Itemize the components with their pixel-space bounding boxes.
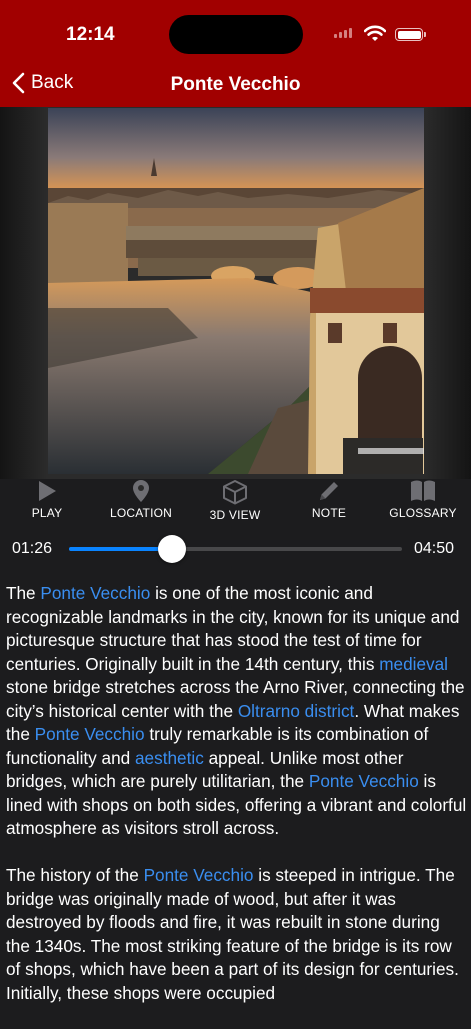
- glossary-link[interactable]: Oltrarno district: [238, 701, 355, 721]
- glossary-link[interactable]: aesthetic: [135, 748, 204, 768]
- current-time: 01:26: [12, 540, 53, 557]
- page-title: Ponte Vecchio: [170, 74, 301, 95]
- article-text-run: The history of the: [6, 865, 144, 885]
- cube-icon: [223, 480, 247, 505]
- progress-fill: [69, 547, 173, 551]
- note-button[interactable]: NOTE: [284, 479, 374, 520]
- pencil-icon: [320, 482, 338, 500]
- slider-thumb[interactable]: [158, 535, 187, 563]
- play-icon: [39, 481, 56, 501]
- location-pin-icon: [133, 480, 149, 502]
- battery-tip: [424, 32, 426, 37]
- wifi-icon: [364, 25, 386, 41]
- location-label: LOCATION: [109, 506, 173, 520]
- status-bar: 12:14: [0, 0, 471, 60]
- total-time: 04:50: [414, 540, 455, 557]
- article-text-run: is steeped in intrigue. The bridge was o…: [6, 865, 459, 1003]
- article-paragraph: The Ponte Vecchio is one of the most ico…: [6, 582, 468, 841]
- battery-icon: [395, 28, 423, 41]
- glossary-link[interactable]: Ponte Vecchio: [40, 583, 150, 603]
- article-text: The Ponte Vecchio is one of the most ico…: [6, 582, 468, 1029]
- play-button[interactable]: PLAY: [2, 479, 92, 520]
- status-time: 12:14: [66, 24, 115, 45]
- note-label: NOTE: [311, 506, 347, 520]
- media-toolbar: PLAY LOCATION 3D VIEW NOTE GLOSSARY: [0, 476, 471, 526]
- glossary-link[interactable]: medieval: [379, 654, 448, 674]
- article-text-run: The: [6, 583, 41, 603]
- article-paragraph: The history of the Ponte Vecchio is stee…: [6, 864, 468, 1005]
- landmark-photo: [48, 108, 424, 474]
- glossary-link[interactable]: Ponte Vecchio: [144, 865, 254, 885]
- app-header: 12:14 Back Ponte Vecchio: [0, 0, 471, 107]
- 3d-view-label: 3D VIEW: [209, 508, 261, 522]
- glossary-link[interactable]: Ponte Vecchio: [35, 724, 145, 744]
- glossary-label: GLOSSARY: [389, 506, 457, 520]
- audio-player: 01:26 04:50: [0, 532, 471, 566]
- glossary-link[interactable]: Ponte Vecchio: [309, 771, 419, 791]
- glossary-button[interactable]: GLOSSARY: [378, 479, 468, 520]
- nav-bar: Back Ponte Vecchio: [0, 62, 471, 106]
- progress-slider[interactable]: [69, 535, 402, 563]
- dynamic-island: [169, 15, 303, 54]
- play-label: PLAY: [31, 506, 63, 520]
- location-button[interactable]: LOCATION: [96, 479, 186, 520]
- book-icon: [411, 480, 435, 501]
- 3d-view-button[interactable]: 3D VIEW: [190, 479, 280, 522]
